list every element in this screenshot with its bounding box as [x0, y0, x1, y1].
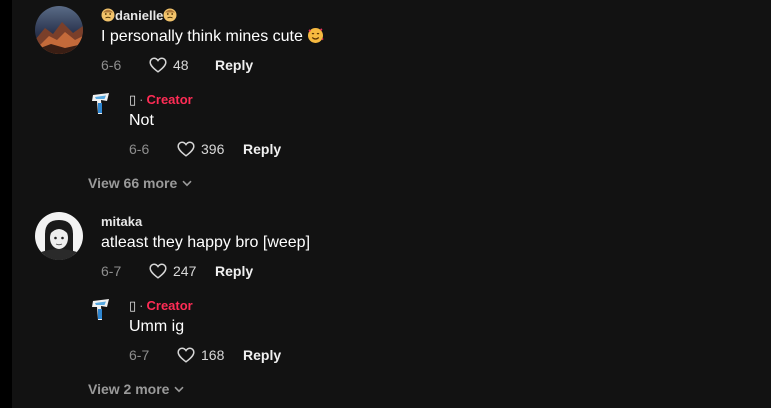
view-more-replies[interactable]: View 66 more — [88, 175, 192, 191]
heart-outline-icon — [177, 141, 195, 157]
separator-dot: · — [139, 298, 144, 313]
view-more-label: View 2 more — [88, 381, 170, 397]
chevron-down-icon — [182, 180, 192, 186]
comment-text: I personally think mines cute — [101, 27, 324, 47]
avatar-creator[interactable] — [87, 89, 115, 117]
reply-date: 6-6 — [129, 141, 150, 157]
avatar-danielle[interactable] — [35, 6, 83, 54]
like-button[interactable]: 396 — [177, 141, 237, 157]
heart-outline-icon — [177, 347, 195, 363]
reply-username[interactable]: ▯ · Creator — [129, 298, 193, 314]
like-button[interactable]: 48 — [149, 57, 209, 73]
like-count: 168 — [201, 347, 225, 363]
reply-button[interactable]: Reply — [243, 347, 281, 363]
smiling-face-with-hearts-emoji — [307, 27, 324, 44]
chevron-down-icon — [174, 386, 185, 392]
comment-username[interactable]: mitaka — [101, 214, 142, 230]
view-more-label: View 66 more — [88, 175, 178, 191]
comment-list: danielle I personally think mines cute 6… — [12, 0, 771, 408]
reply-username-text: ▯ — [129, 298, 137, 313]
comment-date: 6-6 — [101, 57, 122, 73]
like-count: 396 — [201, 141, 225, 157]
reply-button[interactable]: Reply — [215, 263, 253, 279]
reply-meta: 6-7 168 Reply — [129, 345, 281, 365]
avatar-creator[interactable] — [87, 295, 115, 323]
left-gutter — [0, 0, 12, 408]
comments-panel: danielle I personally think mines cute 6… — [0, 0, 771, 408]
comment-meta: 6-7 247 Reply — [101, 261, 253, 281]
reply-date: 6-7 — [129, 347, 150, 363]
heart-outline-icon — [149, 57, 167, 73]
reply-text: Umm ig — [129, 318, 185, 335]
username-text: danielle — [115, 8, 164, 23]
comment-text-body: I personally think mines cute — [101, 28, 308, 45]
reply-username-text: ▯ — [129, 92, 137, 107]
like-button[interactable]: 168 — [177, 347, 237, 363]
like-button[interactable]: 247 — [149, 263, 209, 279]
reply-button[interactable]: Reply — [243, 141, 281, 157]
like-count: 247 — [173, 263, 197, 279]
heart-outline-icon — [149, 263, 167, 279]
comment-meta: 6-6 48 Reply — [101, 55, 253, 75]
comment-text: atleast they happy bro [weep] — [101, 234, 311, 251]
view-more-replies[interactable]: View 2 more — [88, 381, 185, 397]
reply-text: Not — [129, 112, 154, 129]
pensive-face-emoji — [163, 8, 177, 22]
pensive-face-emoji — [101, 8, 115, 22]
comment-username[interactable]: danielle — [101, 8, 177, 24]
creator-badge: Creator — [146, 92, 193, 107]
reply-username[interactable]: ▯ · Creator — [129, 92, 193, 108]
comment-date: 6-7 — [101, 263, 122, 279]
avatar-mitaka[interactable] — [35, 212, 83, 260]
creator-badge: Creator — [146, 298, 193, 313]
reply-meta: 6-6 396 Reply — [129, 139, 281, 159]
like-count: 48 — [173, 57, 189, 73]
separator-dot: · — [139, 92, 144, 107]
reply-button[interactable]: Reply — [215, 57, 253, 73]
